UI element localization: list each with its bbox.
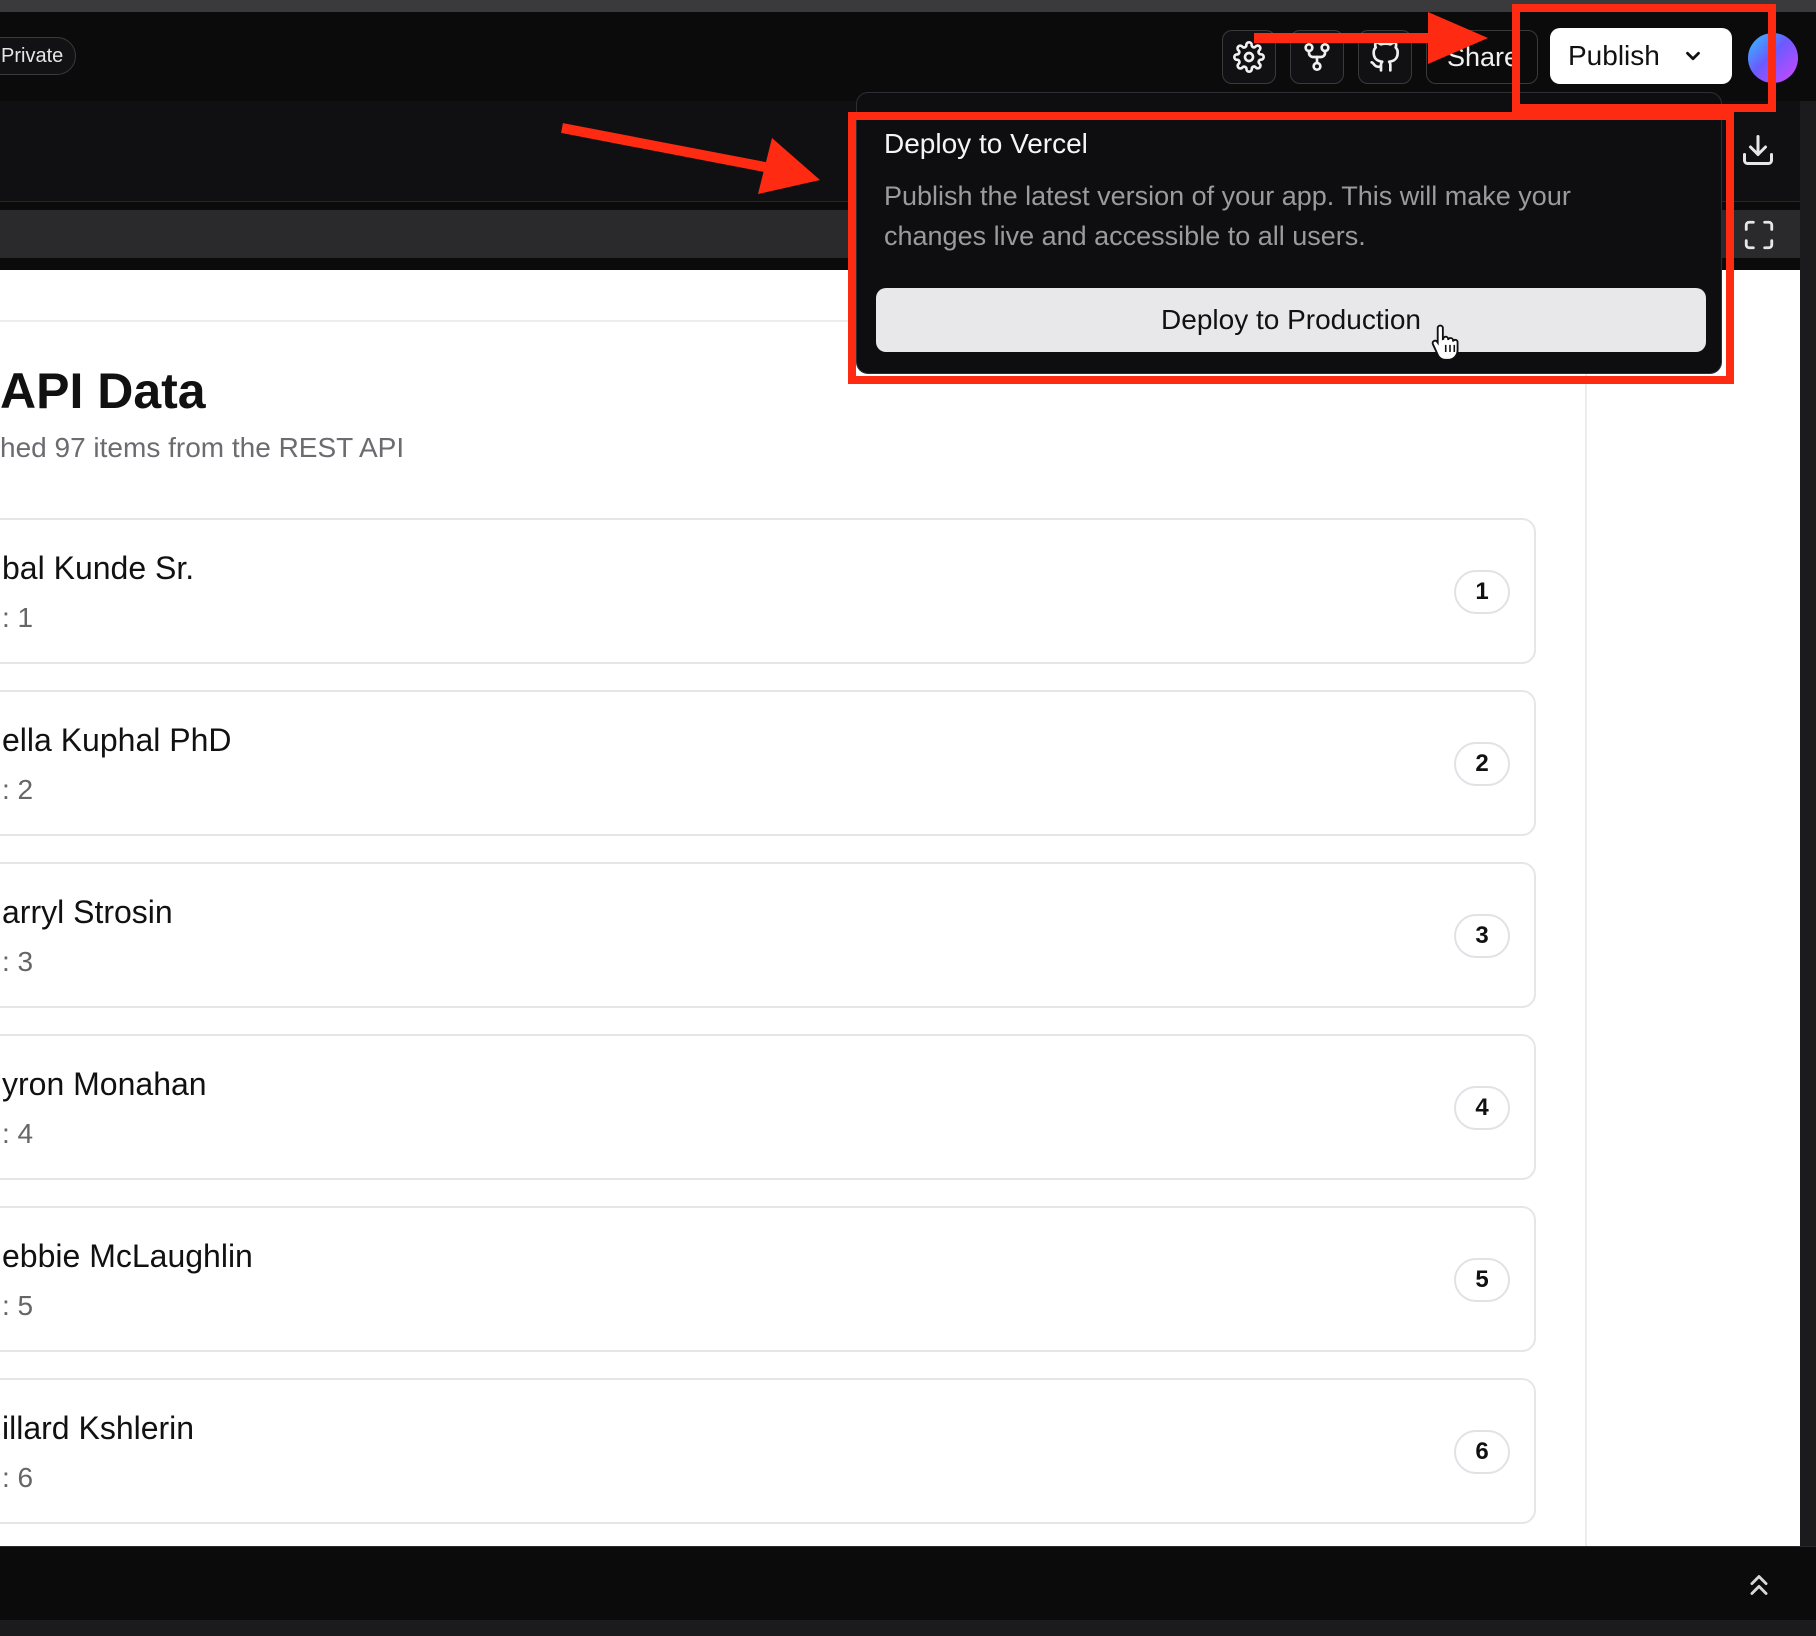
arrow-to-popover: [561, 123, 820, 194]
annotation-arrows: [561, 12, 1488, 194]
arrow-to-publish: [1254, 12, 1488, 64]
